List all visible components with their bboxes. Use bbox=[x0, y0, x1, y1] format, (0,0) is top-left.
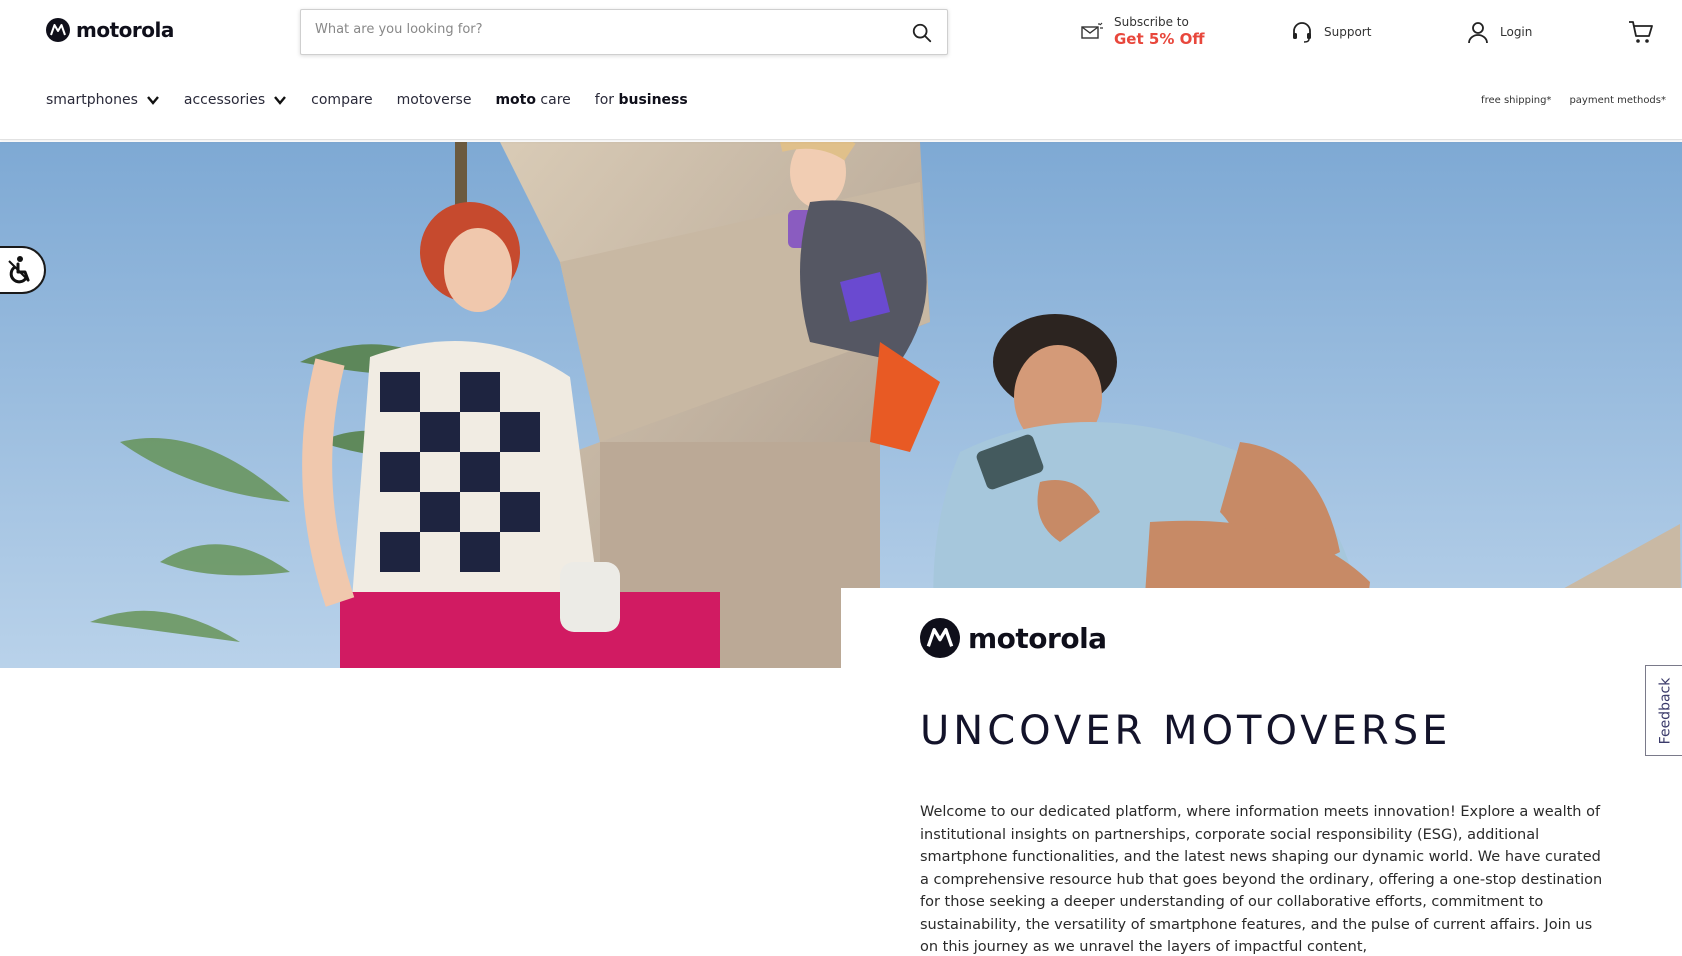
user-icon bbox=[1468, 22, 1488, 44]
login-link[interactable]: Login bbox=[1466, 0, 1532, 64]
search-box[interactable] bbox=[300, 9, 948, 55]
subscribe-link[interactable]: Subscribe to Get 5% Off bbox=[1080, 0, 1204, 64]
card-brand-name: motorola bbox=[968, 621, 1107, 655]
nav-motoverse-label: motoverse bbox=[396, 92, 472, 108]
search-input[interactable] bbox=[315, 22, 875, 37]
nav-compare-label: compare bbox=[311, 92, 373, 108]
nav-moto-care-rest: care bbox=[535, 92, 571, 108]
nav-smartphones-label: smartphones bbox=[46, 92, 138, 108]
page: motorola Subscribe to Get 5% Off bbox=[0, 0, 1682, 956]
accessibility-button[interactable] bbox=[0, 246, 46, 294]
main-nav: smartphones accessories compare motovers… bbox=[46, 92, 688, 108]
nav-for-business[interactable]: for business bbox=[595, 92, 688, 108]
header-promo-links: free shipping* payment methods* bbox=[1481, 95, 1666, 106]
intro-paragraph: Welcome to our dedicated platform, where… bbox=[920, 804, 1603, 955]
motorola-logo[interactable]: motorola bbox=[46, 18, 174, 42]
card-motorola-logo: motorola bbox=[920, 618, 1107, 658]
envelope-icon bbox=[1081, 22, 1103, 39]
nav-for-business-pre: for bbox=[594, 92, 619, 108]
site-header: motorola Subscribe to Get 5% Off bbox=[0, 0, 1682, 140]
headset-icon bbox=[1293, 22, 1311, 43]
nav-accessories[interactable]: accessories bbox=[184, 92, 287, 108]
motoverse-intro-card: motorola UNCOVER MOTOVERSE Welcome to ou… bbox=[841, 588, 1682, 956]
support-link[interactable]: Support bbox=[1290, 0, 1371, 64]
accessibility-icon bbox=[8, 256, 30, 284]
nav-for-business-label: for business bbox=[595, 92, 688, 108]
subscribe-label: Subscribe to bbox=[1114, 15, 1189, 30]
payment-methods-link[interactable]: payment methods* bbox=[1569, 95, 1666, 106]
chevron-down-icon bbox=[146, 96, 159, 105]
search-icon[interactable] bbox=[911, 22, 933, 44]
nav-smartphones[interactable]: smartphones bbox=[46, 92, 160, 108]
motorola-batwing-icon bbox=[920, 618, 960, 658]
subscribe-offer: Get 5% Off bbox=[1114, 30, 1205, 49]
cart-button[interactable] bbox=[1628, 0, 1654, 64]
feedback-label: Feedback bbox=[1657, 677, 1674, 744]
nav-moto-care-bold: moto bbox=[495, 92, 536, 108]
nav-compare[interactable]: compare bbox=[311, 92, 372, 108]
motorola-batwing-icon bbox=[46, 18, 70, 42]
nav-moto-care[interactable]: moto care bbox=[495, 92, 570, 108]
feedback-tab[interactable]: Feedback bbox=[1645, 665, 1682, 756]
login-label: Login bbox=[1500, 25, 1533, 39]
cart-icon bbox=[1629, 21, 1653, 43]
chevron-down-icon bbox=[274, 96, 287, 105]
brand-name: motorola bbox=[76, 18, 174, 42]
nav-moto-care-label: moto care bbox=[495, 92, 570, 108]
nav-accessories-label: accessories bbox=[183, 92, 266, 108]
support-label: Support bbox=[1324, 25, 1372, 39]
nav-motoverse[interactable]: motoverse bbox=[397, 92, 472, 108]
free-shipping-link[interactable]: free shipping* bbox=[1481, 95, 1551, 106]
page-title: UNCOVER MOTOVERSE bbox=[920, 708, 1452, 754]
nav-for-business-bold: business bbox=[618, 92, 688, 108]
